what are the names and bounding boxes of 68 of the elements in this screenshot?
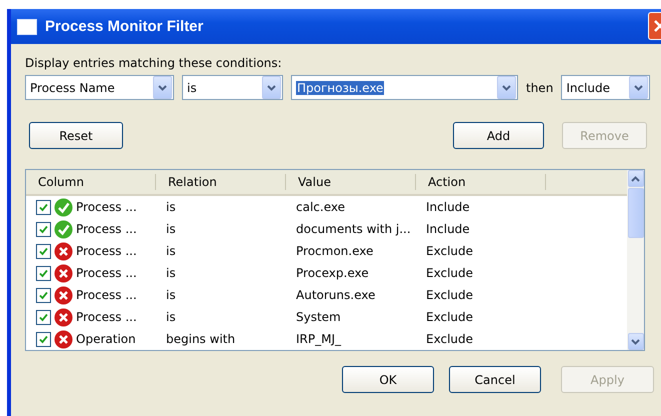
- scroll-down-button[interactable]: [628, 333, 644, 350]
- scroll-thumb[interactable]: [628, 188, 644, 238]
- checkmark-icon: [39, 246, 48, 256]
- cross-icon: [54, 330, 73, 348]
- checkbox[interactable]: [36, 288, 51, 302]
- checkmark-icon: [39, 202, 48, 212]
- table-cell-text: is: [165, 310, 177, 324]
- table-cell: Process ...: [76, 288, 137, 302]
- checkbox[interactable]: [36, 200, 51, 214]
- checkbox[interactable]: [36, 222, 51, 236]
- table-cell: Process ...: [76, 222, 137, 236]
- cross-icon: [54, 308, 73, 326]
- scroll-up-button[interactable]: [628, 170, 644, 187]
- checkbox[interactable]: [36, 244, 51, 258]
- table-cell-text: IRP_MJ_: [295, 332, 342, 346]
- then-label: then: [526, 80, 554, 94]
- table-cell-text: is: [165, 200, 177, 214]
- checkmark-icon: [54, 220, 73, 238]
- table-cell-text: Procmon.exe: [295, 244, 374, 258]
- column-header[interactable]: Column: [26, 174, 156, 190]
- checkmark-icon: [39, 334, 48, 344]
- checkmark-icon: [39, 290, 48, 300]
- relation-dropdown[interactable]: is: [182, 75, 283, 100]
- table-cell-text: calc.exe: [295, 200, 346, 214]
- table-cell-text: Include: [425, 222, 471, 236]
- checkbox[interactable]: [36, 266, 51, 280]
- table-cell: Operation: [76, 332, 136, 346]
- table-cell-text: documents with j...: [295, 222, 412, 236]
- table-cell-text: Exclude: [425, 310, 474, 324]
- value-combo-field[interactable]: Прогнозы.exe: [291, 75, 518, 100]
- filter-prompt: Display entries matching these conditions:: [25, 56, 283, 70]
- checkbox[interactable]: [36, 310, 51, 324]
- table-cell: Process ...: [76, 310, 137, 324]
- column-dropdown[interactable]: Process Name: [25, 75, 174, 100]
- reset-button[interactable]: Reset: [29, 122, 123, 149]
- table-cell-text: begins with: [165, 332, 236, 346]
- action-dropdown[interactable]: Include: [561, 75, 650, 100]
- table-cell-text: Exclude: [425, 244, 474, 258]
- column-header[interactable]: Action: [416, 174, 546, 190]
- table-cell: Process ...: [76, 244, 137, 258]
- table-cell: Process ...: [76, 266, 137, 280]
- table-cell-text: Exclude: [425, 266, 474, 280]
- window-title: Process Monitor Filter: [45, 18, 204, 35]
- table-cell-text: is: [165, 244, 177, 258]
- table-cell-text: is: [165, 288, 177, 302]
- window-icon: [17, 18, 37, 34]
- checkmark-icon: [39, 312, 48, 322]
- table-cell-text: Procexp.exe: [295, 266, 370, 280]
- table-cell-text: Exclude: [425, 288, 474, 302]
- ok-button[interactable]: OK: [342, 366, 434, 393]
- cross-icon: [54, 286, 73, 304]
- cross-icon: [54, 264, 73, 282]
- checkmark-icon: [39, 268, 48, 278]
- table-cell-text: System: [295, 310, 342, 324]
- checkbox[interactable]: [36, 332, 51, 346]
- table-cell-text: Exclude: [425, 332, 474, 346]
- cancel-button[interactable]: Cancel: [449, 366, 541, 393]
- table-cell-text: Autoruns.exe: [295, 288, 376, 302]
- table-cell-text: is: [165, 222, 177, 236]
- checkmark-icon: [54, 198, 73, 216]
- cross-icon: [54, 242, 73, 260]
- column-header[interactable]: Relation: [156, 174, 286, 190]
- table-cell: Process ...: [76, 200, 137, 214]
- column-header[interactable]: Value: [286, 174, 416, 190]
- add-button[interactable]: Add: [453, 122, 544, 149]
- table-cell-text: is: [165, 266, 177, 280]
- checkmark-icon: [39, 224, 48, 234]
- table-cell-text: Include: [425, 200, 471, 214]
